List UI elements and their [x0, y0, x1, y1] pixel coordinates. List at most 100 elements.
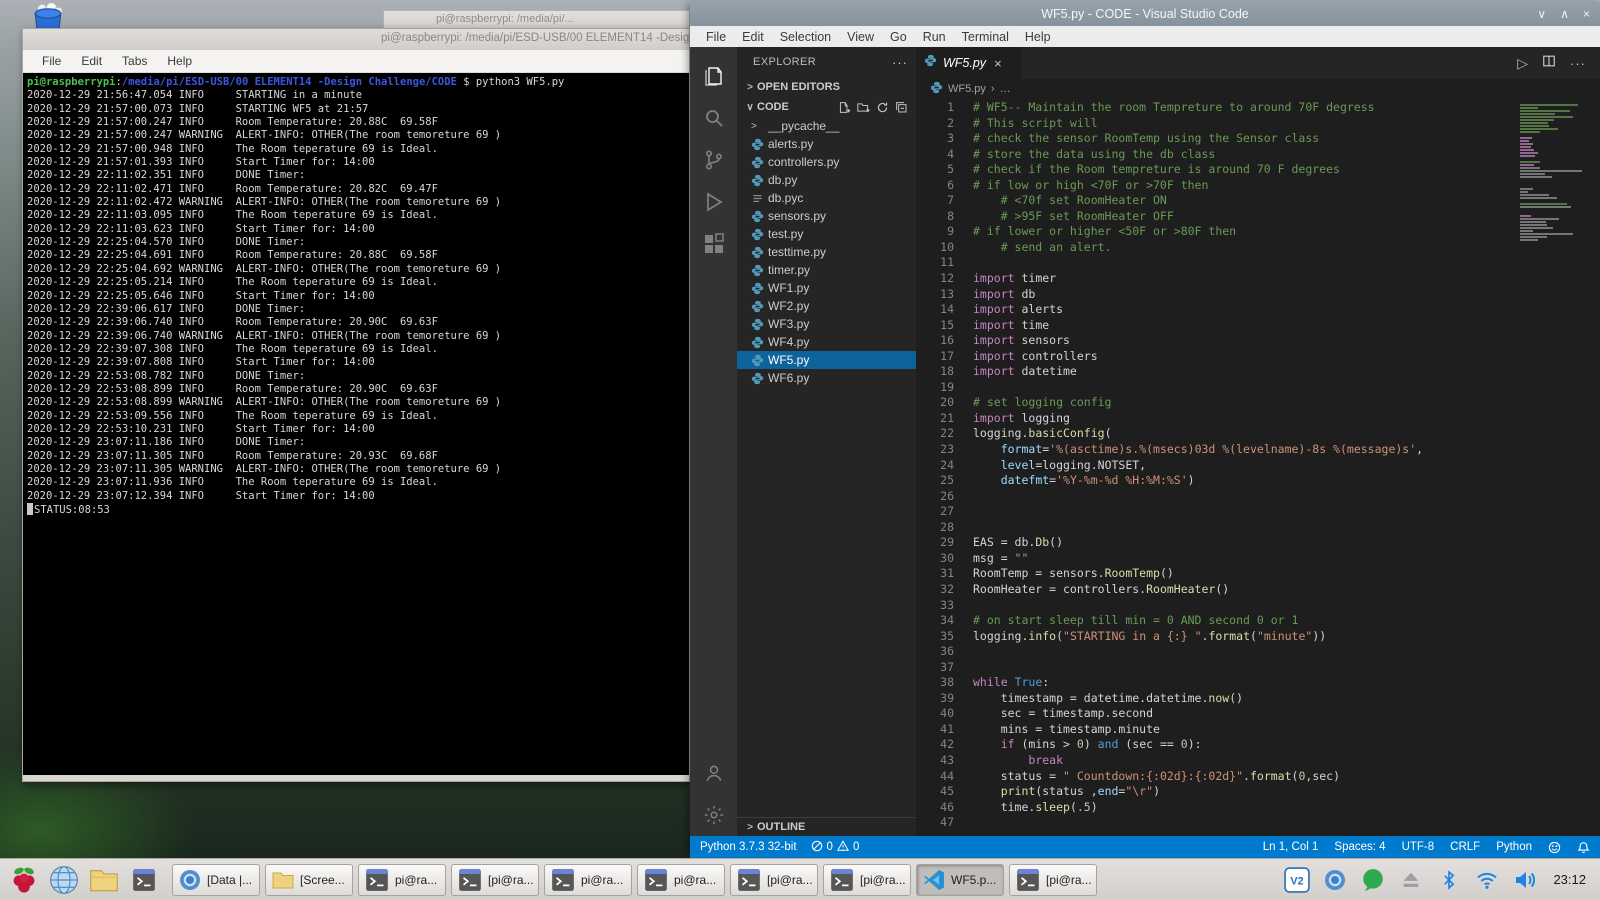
code-text: status = " Countdown:{:02d}:{:02d}".form…	[954, 769, 1340, 785]
vscode-menu-edit[interactable]: Edit	[734, 29, 772, 45]
terminal-output[interactable]: pi@raspberrypi:/media/pi/ESD-USB/00 ELEM…	[23, 73, 689, 775]
terminal-menu-tabs[interactable]: Tabs	[113, 52, 156, 70]
eject-icon[interactable]	[1397, 866, 1425, 894]
file-item-alerts-py[interactable]: alerts.py	[737, 135, 916, 153]
status-spaces[interactable]: Spaces: 4	[1334, 841, 1385, 853]
tab-wf5py[interactable]: WF5.py ×	[916, 47, 1022, 79]
refresh-icon[interactable]	[876, 101, 889, 114]
outline-section[interactable]: > OUTLINE	[737, 817, 916, 836]
status-python[interactable]: Python	[1496, 841, 1532, 853]
file-item-db-py[interactable]: db.py	[737, 171, 916, 189]
file-item-WF3-py[interactable]: WF3.py	[737, 315, 916, 333]
run-button[interactable]: ▷	[1517, 55, 1528, 72]
terminal-menu-help[interactable]: Help	[158, 52, 201, 70]
file-item-timer-py[interactable]: timer.py	[737, 261, 916, 279]
status-crlf[interactable]: CRLF	[1450, 841, 1480, 853]
tab-close-icon[interactable]: ×	[994, 56, 1002, 71]
taskbar-clock[interactable]: 23:12	[1549, 872, 1594, 887]
launcher-browser[interactable]	[46, 862, 82, 898]
feedback-icon[interactable]	[1548, 841, 1561, 854]
file-item-WF6-py[interactable]: WF6.py	[737, 369, 916, 387]
vscode-menu-file[interactable]: File	[698, 29, 734, 45]
taskbar-window-label: WF5.p...	[951, 873, 996, 887]
extensions-icon[interactable]	[690, 223, 737, 265]
taskbar-window-pira[interactable]: pi@ra...	[637, 864, 725, 896]
terminal-log-line: 2020-12-29 22:11:02.472 WARNING ALERT-IN…	[27, 196, 687, 209]
file-item-WF2-py[interactable]: WF2.py	[737, 297, 916, 315]
split-editor-icon[interactable]	[1542, 54, 1556, 73]
status-problems[interactable]: 0 0	[811, 840, 860, 855]
open-editors-section[interactable]: > OPEN EDITORS	[737, 77, 916, 97]
launcher-menu[interactable]	[6, 862, 42, 898]
breadcrumb-more: …	[1000, 83, 1011, 95]
file-item-WF5-py[interactable]: WF5.py	[737, 351, 916, 369]
bell-icon[interactable]	[1577, 841, 1590, 854]
line-number: 22	[916, 426, 954, 442]
taskbar-window-pira[interactable]: [pi@ra...	[1009, 864, 1097, 896]
file-item-controllers-py[interactable]: controllers.py	[737, 153, 916, 171]
vscode-menu-run[interactable]: Run	[915, 29, 954, 45]
vscode-menu-go[interactable]: Go	[882, 29, 915, 45]
account-icon[interactable]	[690, 752, 737, 794]
file-item-WF4-py[interactable]: WF4.py	[737, 333, 916, 351]
taskbar-window-data[interactable]: [Data |...	[172, 864, 260, 896]
vscode-titlebar[interactable]: WF5.py - CODE - Visual Studio Code ∨∧×	[690, 2, 1600, 26]
editor-line: 19	[916, 380, 1600, 396]
vnc-icon[interactable]: V2	[1283, 866, 1311, 894]
file-item-testtime-py[interactable]: testtime.py	[737, 243, 916, 261]
folder-section-code[interactable]: ∨ CODE	[737, 97, 916, 117]
search-icon[interactable]	[690, 97, 737, 139]
editor-more-icon[interactable]: ···	[1570, 56, 1586, 71]
taskbar-window-pira[interactable]: pi@ra...	[358, 864, 446, 896]
background-window-titlebar[interactable]: pi@raspberrypi: /media/pi/...	[383, 10, 690, 29]
file-item-test-py[interactable]: test.py	[737, 225, 916, 243]
explorer-more-icon[interactable]: ···	[892, 55, 908, 70]
taskbar-window-pira[interactable]: [pi@ra...	[823, 864, 911, 896]
source-control-icon[interactable]	[690, 139, 737, 181]
code-editor[interactable]: 1# WF5-- Maintain the room Tempreture to…	[916, 98, 1600, 836]
editor-line: 10 # send an alert.	[916, 240, 1600, 256]
vscode-menu-help[interactable]: Help	[1017, 29, 1059, 45]
editor-line: 41 mins = timestamp.minute	[916, 722, 1600, 738]
code-text	[954, 504, 973, 520]
terminal-titlebar[interactable]: pi@raspberrypi: /media/pi/ESD-USB/00 ELE…	[23, 29, 689, 50]
terminal-menu-edit[interactable]: Edit	[72, 52, 111, 70]
file-item-WF1-py[interactable]: WF1.py	[737, 279, 916, 297]
wifi-icon[interactable]	[1473, 866, 1501, 894]
vscode-menu-terminal[interactable]: Terminal	[954, 29, 1017, 45]
taskbar-window-pira[interactable]: pi@ra...	[544, 864, 632, 896]
status-python-version[interactable]: Python 3.7.3 32-bit	[700, 841, 797, 853]
line-number: 47	[916, 815, 954, 831]
collapse-all-icon[interactable]	[895, 101, 908, 114]
taskbar-window-pira[interactable]: [pi@ra...	[451, 864, 539, 896]
taskbar-window-pira[interactable]: [pi@ra...	[730, 864, 818, 896]
taskbar-window-wf5p[interactable]: WF5.p...	[916, 864, 1004, 896]
file-item-__pycache__[interactable]: >__pycache__	[737, 117, 916, 135]
vscode-menu-selection[interactable]: Selection	[772, 29, 839, 45]
close-button[interactable]: ×	[1583, 7, 1590, 21]
settings-icon[interactable]	[690, 794, 737, 836]
run-debug-icon[interactable]	[690, 181, 737, 223]
terminal-icon	[736, 867, 762, 893]
chromium-icon[interactable]	[1321, 866, 1349, 894]
editor-line: 28	[916, 520, 1600, 536]
maximize-button[interactable]: ∧	[1560, 7, 1569, 21]
file-item-sensors-py[interactable]: sensors.py	[737, 207, 916, 225]
new-folder-icon[interactable]	[857, 101, 870, 114]
terminal-menu-file[interactable]: File	[33, 52, 70, 70]
minimap[interactable]	[1516, 102, 1588, 247]
status-utf8[interactable]: UTF-8	[1402, 841, 1435, 853]
volume-icon[interactable]	[1511, 866, 1539, 894]
status-ln[interactable]: Ln 1, Col 1	[1263, 841, 1319, 853]
breadcrumb[interactable]: WF5.py › …	[916, 79, 1600, 98]
launcher-terminal[interactable]	[126, 862, 162, 898]
launcher-files[interactable]	[86, 862, 122, 898]
minimize-button[interactable]: ∨	[1537, 7, 1546, 21]
messenger-icon[interactable]	[1359, 866, 1387, 894]
vscode-menu-view[interactable]: View	[839, 29, 882, 45]
taskbar-window-scree[interactable]: [Scree...	[265, 864, 353, 896]
explorer-icon[interactable]	[690, 55, 737, 97]
file-item-db-pyc[interactable]: db.pyc	[737, 189, 916, 207]
new-file-icon[interactable]	[838, 101, 851, 114]
bluetooth-icon[interactable]	[1435, 866, 1463, 894]
